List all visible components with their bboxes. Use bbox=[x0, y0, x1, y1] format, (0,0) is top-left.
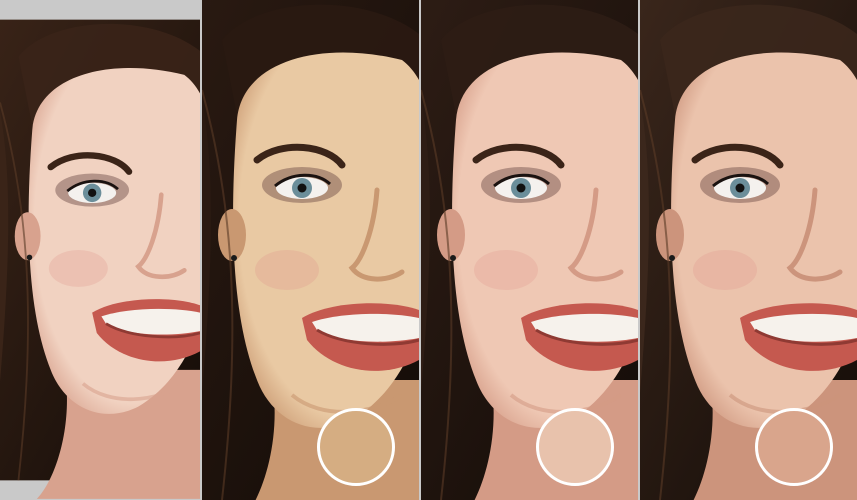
skin-tone-comparison bbox=[0, 0, 857, 500]
skin-tone-swatch[interactable] bbox=[755, 408, 833, 486]
portrait-panel-tone-3 bbox=[640, 0, 857, 500]
skin-tone-swatch[interactable] bbox=[317, 408, 395, 486]
portrait-image bbox=[0, 19, 200, 499]
skin-tone-swatch[interactable] bbox=[536, 408, 614, 486]
portrait-panel-tone-1 bbox=[202, 0, 419, 500]
portrait-panel-original bbox=[0, 0, 200, 500]
portrait-panel-tone-2 bbox=[421, 0, 638, 500]
